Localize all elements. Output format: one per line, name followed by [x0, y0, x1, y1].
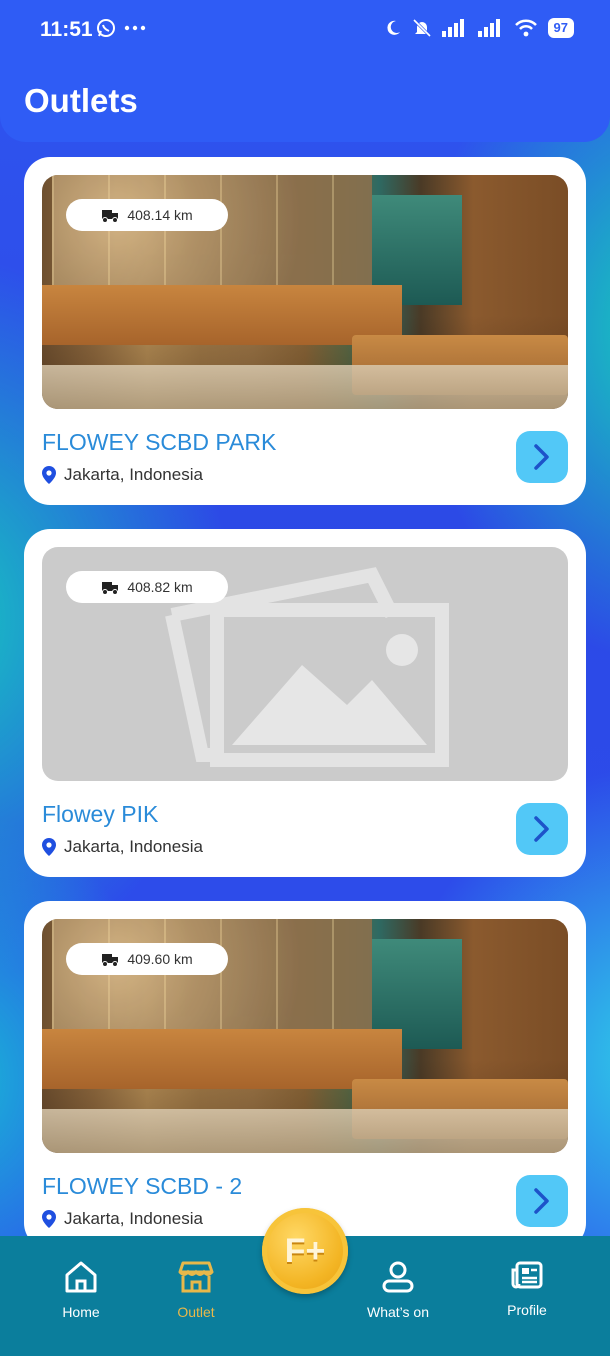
store-icon: [178, 1261, 214, 1293]
distance-text: 408.14 km: [127, 207, 193, 223]
moon-icon: [386, 20, 400, 35]
location-text: Jakarta, Indonesia: [64, 837, 203, 856]
outlet-image: 408.82 km: [42, 547, 568, 781]
outlet-card[interactable]: 408.82 km Flowey PIK Jakarta, Indonesia: [24, 529, 586, 877]
delivery-truck-icon: [102, 210, 119, 223]
distance-text: 409.60 km: [127, 951, 193, 967]
nav-label: Outlet: [177, 1304, 215, 1320]
distance-text: 408.82 km: [127, 579, 193, 595]
delivery-truck-icon: [102, 582, 119, 595]
outlet-name: FLOWEY SCBD PARK: [42, 429, 277, 455]
nav-label: Profile: [507, 1302, 547, 1318]
news-icon: [511, 1261, 543, 1289]
location-text: Jakarta, Indonesia: [64, 1209, 203, 1228]
location-pin-icon: [42, 466, 56, 484]
signal-icon: [441, 19, 464, 37]
flowey-plus-button[interactable]: F+: [262, 1208, 348, 1294]
outlet-image: 408.14 km: [42, 175, 568, 409]
wifi-icon: [514, 19, 537, 37]
outlet-location: Jakarta, Indonesia: [42, 1209, 203, 1229]
chevron-right-icon: [534, 816, 549, 842]
chevron-right-icon: [534, 1188, 549, 1214]
outlet-card[interactable]: 408.14 km FLOWEY SCBD PARK Jakarta, Indo…: [24, 157, 586, 505]
home-icon: [65, 1261, 97, 1293]
open-outlet-button[interactable]: [516, 431, 568, 483]
open-outlet-button[interactable]: [516, 803, 568, 855]
nav-label: What’s on: [367, 1304, 429, 1320]
nav-label: Home: [62, 1304, 100, 1320]
nav-item-outlet[interactable]: Outlet: [141, 1260, 251, 1320]
outlet-name: Flowey PIK: [42, 801, 159, 827]
distance-badge: 408.14 km: [66, 199, 228, 231]
whatsapp-icon: [97, 19, 115, 37]
location-pin-icon: [42, 1210, 56, 1228]
status-bar: 11:51 97: [0, 0, 610, 60]
delivery-truck-icon: [102, 954, 119, 967]
nav-item-whats-on[interactable]: What’s on: [343, 1260, 453, 1320]
status-time: 11:51: [40, 18, 93, 41]
location-text: Jakarta, Indonesia: [64, 465, 203, 484]
outlet-location: Jakarta, Indonesia: [42, 465, 203, 485]
signal-icon-2: [477, 19, 500, 37]
outlet-card[interactable]: 409.60 km FLOWEY SCBD - 2 Jakarta, Indon…: [24, 901, 586, 1249]
person-icon: [382, 1261, 414, 1293]
more-dots-icon: [124, 25, 146, 31]
nav-item-profile[interactable]: Profile: [472, 1260, 582, 1318]
header: 11:51 97 Outlets: [0, 0, 610, 142]
outlet-location: Jakarta, Indonesia: [42, 837, 203, 857]
open-outlet-button[interactable]: [516, 1175, 568, 1227]
battery-level: 97: [547, 18, 574, 38]
nav-item-home[interactable]: Home: [26, 1260, 136, 1320]
outlet-image: 409.60 km: [42, 919, 568, 1153]
mute-icon: [412, 18, 431, 38]
location-pin-icon: [42, 838, 56, 856]
chevron-right-icon: [534, 444, 549, 470]
distance-badge: 408.82 km: [66, 571, 228, 603]
outlet-name: FLOWEY SCBD - 2: [42, 1173, 243, 1199]
distance-badge: 409.60 km: [66, 943, 228, 975]
page-title: Outlets: [24, 82, 138, 119]
